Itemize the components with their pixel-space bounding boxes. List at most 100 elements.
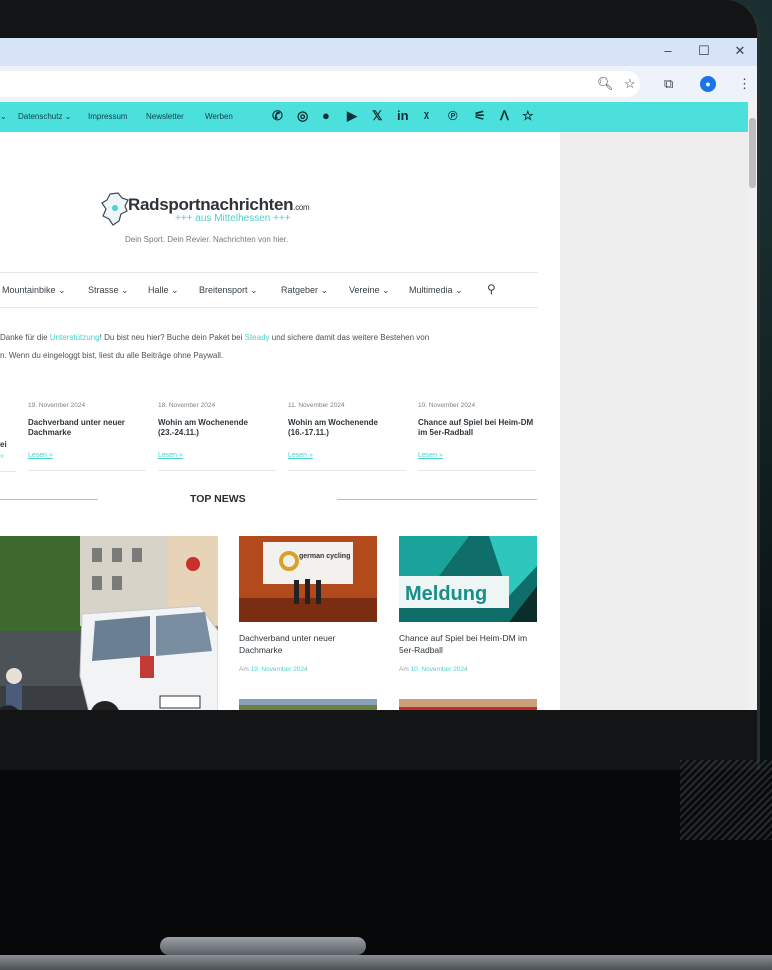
street-scene-image [0,536,218,710]
notice-link-steady[interactable]: Steady [245,333,270,342]
notice-link-unterstuetzung[interactable]: Unterstützung [50,333,100,342]
article-image-german-cycling[interactable]: german cycling [239,536,377,622]
ticker-date: 19. November 2024 [28,402,86,409]
address-field[interactable] [0,71,640,97]
ticker-date: 10. November 2024 [418,402,476,409]
instagram-icon[interactable]: ◎ [297,108,308,124]
date-prefix: Am [239,666,251,673]
bookmark-star-icon[interactable]: ☆ [522,108,534,124]
ticker-item: 18. November 2024 Wohin am Wochenende (2… [158,402,278,471]
meldung-text: Meldung [405,583,487,605]
xing-icon[interactable]: ᵡ [424,108,429,123]
landscape-image [239,699,377,710]
divider [158,470,276,471]
laptop-base [0,770,772,970]
divider [418,470,536,471]
laptop-hinge [160,937,366,955]
nav-multimedia[interactable]: Multimedia ⌄ [409,285,463,296]
ticker-partial-title: ei [0,440,7,449]
pinterest-icon[interactable]: ℗ [448,108,458,123]
nav-strasse[interactable]: Strasse ⌄ [88,285,129,296]
scroll-thumb[interactable] [749,118,756,188]
ticker-date: 18. November 2024 [158,402,216,409]
topbar-link-impressum[interactable]: Impressum [88,112,128,121]
logo-title-text: Radsportnachrichten [128,195,294,214]
star-icon[interactable]: ☆ [624,76,636,92]
site-logo-title[interactable]: Radsportnachrichten.com [128,195,310,215]
whatsapp-icon[interactable]: ✆ [272,108,283,124]
topbar-link-datenschutz[interactable]: Datenschutz ⌄ [18,112,71,121]
topbar-link-newsletter[interactable]: Newsletter [146,112,184,121]
browser-toolbar: 🔍︎ ☆ ⧉ ● ⋮ [0,66,757,102]
divider [28,470,146,471]
ticker-read-more[interactable]: Lesen » [418,452,443,459]
photo-stage: – ☐ ✕ 🔍︎ ☆ ⧉ ● ⋮ ⌄ Datenschutz ⌄ Impress… [0,0,772,970]
nav-breitensport[interactable]: Breitensport ⌄ [199,285,258,296]
section-line-left [0,499,98,500]
stage-photo-image: german cycling [239,536,377,622]
notice-text: Danke für die [0,333,50,342]
facebook-icon[interactable]: ● [322,108,330,123]
scrollbar[interactable] [748,102,757,710]
ticker-item: 19. November 2024 Dachverband unter neue… [28,402,148,471]
nav-mountainbike[interactable]: Mountainbike ⌄ [2,285,66,296]
lead-article-image[interactable] [0,536,218,710]
search-icon[interactable]: ⚲ [487,282,496,296]
topbar-chevron[interactable]: ⌄ [0,112,7,121]
strava-icon[interactable]: ᐱ [500,108,509,124]
support-notice-line1: Danke für die Unterstützung! Du bist neu… [0,333,429,342]
minimize-button[interactable]: – [658,43,678,58]
nav-vereine[interactable]: Vereine ⌄ [349,285,390,296]
divider [0,471,16,472]
site-logo-subtitle: +++ aus Mittelhessen +++ [175,213,291,224]
article-date: Am 10. November 2024 [399,666,468,673]
section-line-right [337,499,537,500]
article-image-meldung[interactable]: Meldung [399,536,537,622]
web-page: ⌄ Datenschutz ⌄ Impressum Newsletter Wer… [0,102,757,710]
menu-icon[interactable]: ⋮ [738,76,751,92]
zoom-icon[interactable]: 🔍︎ [597,76,614,92]
divider [0,307,538,308]
divider [288,470,406,471]
ticker-item: 11. November 2024 Wohin am Wochenende (1… [288,402,408,471]
article-image-meeting[interactable] [399,698,537,710]
meeting-image [399,699,537,710]
article-image-bmx-track[interactable] [239,698,377,710]
ticker-date: 11. November 2024 [288,402,345,409]
x-icon[interactable]: 𝕏 [372,108,382,124]
ticker-item: 10. November 2024 Chance auf Spiel bei H… [418,402,538,471]
ticker-partial-more[interactable]: » [0,453,4,460]
hesse-map-logo-icon [101,192,129,226]
nav-ratgeber[interactable]: Ratgeber ⌄ [281,285,328,296]
close-button[interactable]: ✕ [730,43,750,59]
ticker-title[interactable]: Wohin am Wochenende (16.-17.11.) [288,418,408,438]
page-side-background [560,132,748,710]
maximize-button[interactable]: ☐ [694,43,714,59]
divider [0,272,538,273]
ticker-title[interactable]: Dachverband unter neuer Dachmarke [28,418,148,438]
support-notice-line2: n. Wenn du eingeloggt bist, liest du all… [0,351,224,360]
linkedin-icon[interactable]: in [397,108,409,123]
date-link[interactable]: 19. November 2024 [251,666,308,673]
extensions-icon[interactable]: ⧉ [664,76,673,92]
meldung-graphic-image: Meldung [399,536,537,622]
site-tagline: Dein Sport. Dein Revier. Nachrichten von… [125,235,289,244]
browser-titlebar: – ☐ ✕ [0,38,757,66]
ticker-read-more[interactable]: Lesen » [28,452,53,459]
profile-icon[interactable]: ● [700,76,716,92]
stage-screen-text: german cycling [299,553,350,560]
article-title[interactable]: Dachverband unter neuer Dachmarke [239,632,379,656]
laptop-screen: – ☐ ✕ 🔍︎ ☆ ⧉ ● ⋮ ⌄ Datenschutz ⌄ Impress… [0,38,757,710]
rss-icon[interactable]: ⚟ [474,108,486,124]
notice-text: und sichere damit das weitere Bestehen v… [269,333,430,342]
ticker-title[interactable]: Wohin am Wochenende (23.-24.11.) [158,418,278,438]
youtube-icon[interactable]: ▶ [347,108,357,124]
ticker-read-more[interactable]: Lesen » [288,452,313,459]
laptop-edge [0,955,772,970]
ticker-title[interactable]: Chance auf Spiel bei Heim-DM im 5er-Radb… [418,418,538,438]
topbar-link-werben[interactable]: Werben [205,112,233,121]
nav-halle[interactable]: Halle ⌄ [148,285,179,296]
date-link[interactable]: 10. November 2024 [411,666,468,673]
article-title[interactable]: Chance auf Spiel bei Heim-DM im 5er-Radb… [399,632,539,656]
ticker-read-more[interactable]: Lesen » [158,452,183,459]
